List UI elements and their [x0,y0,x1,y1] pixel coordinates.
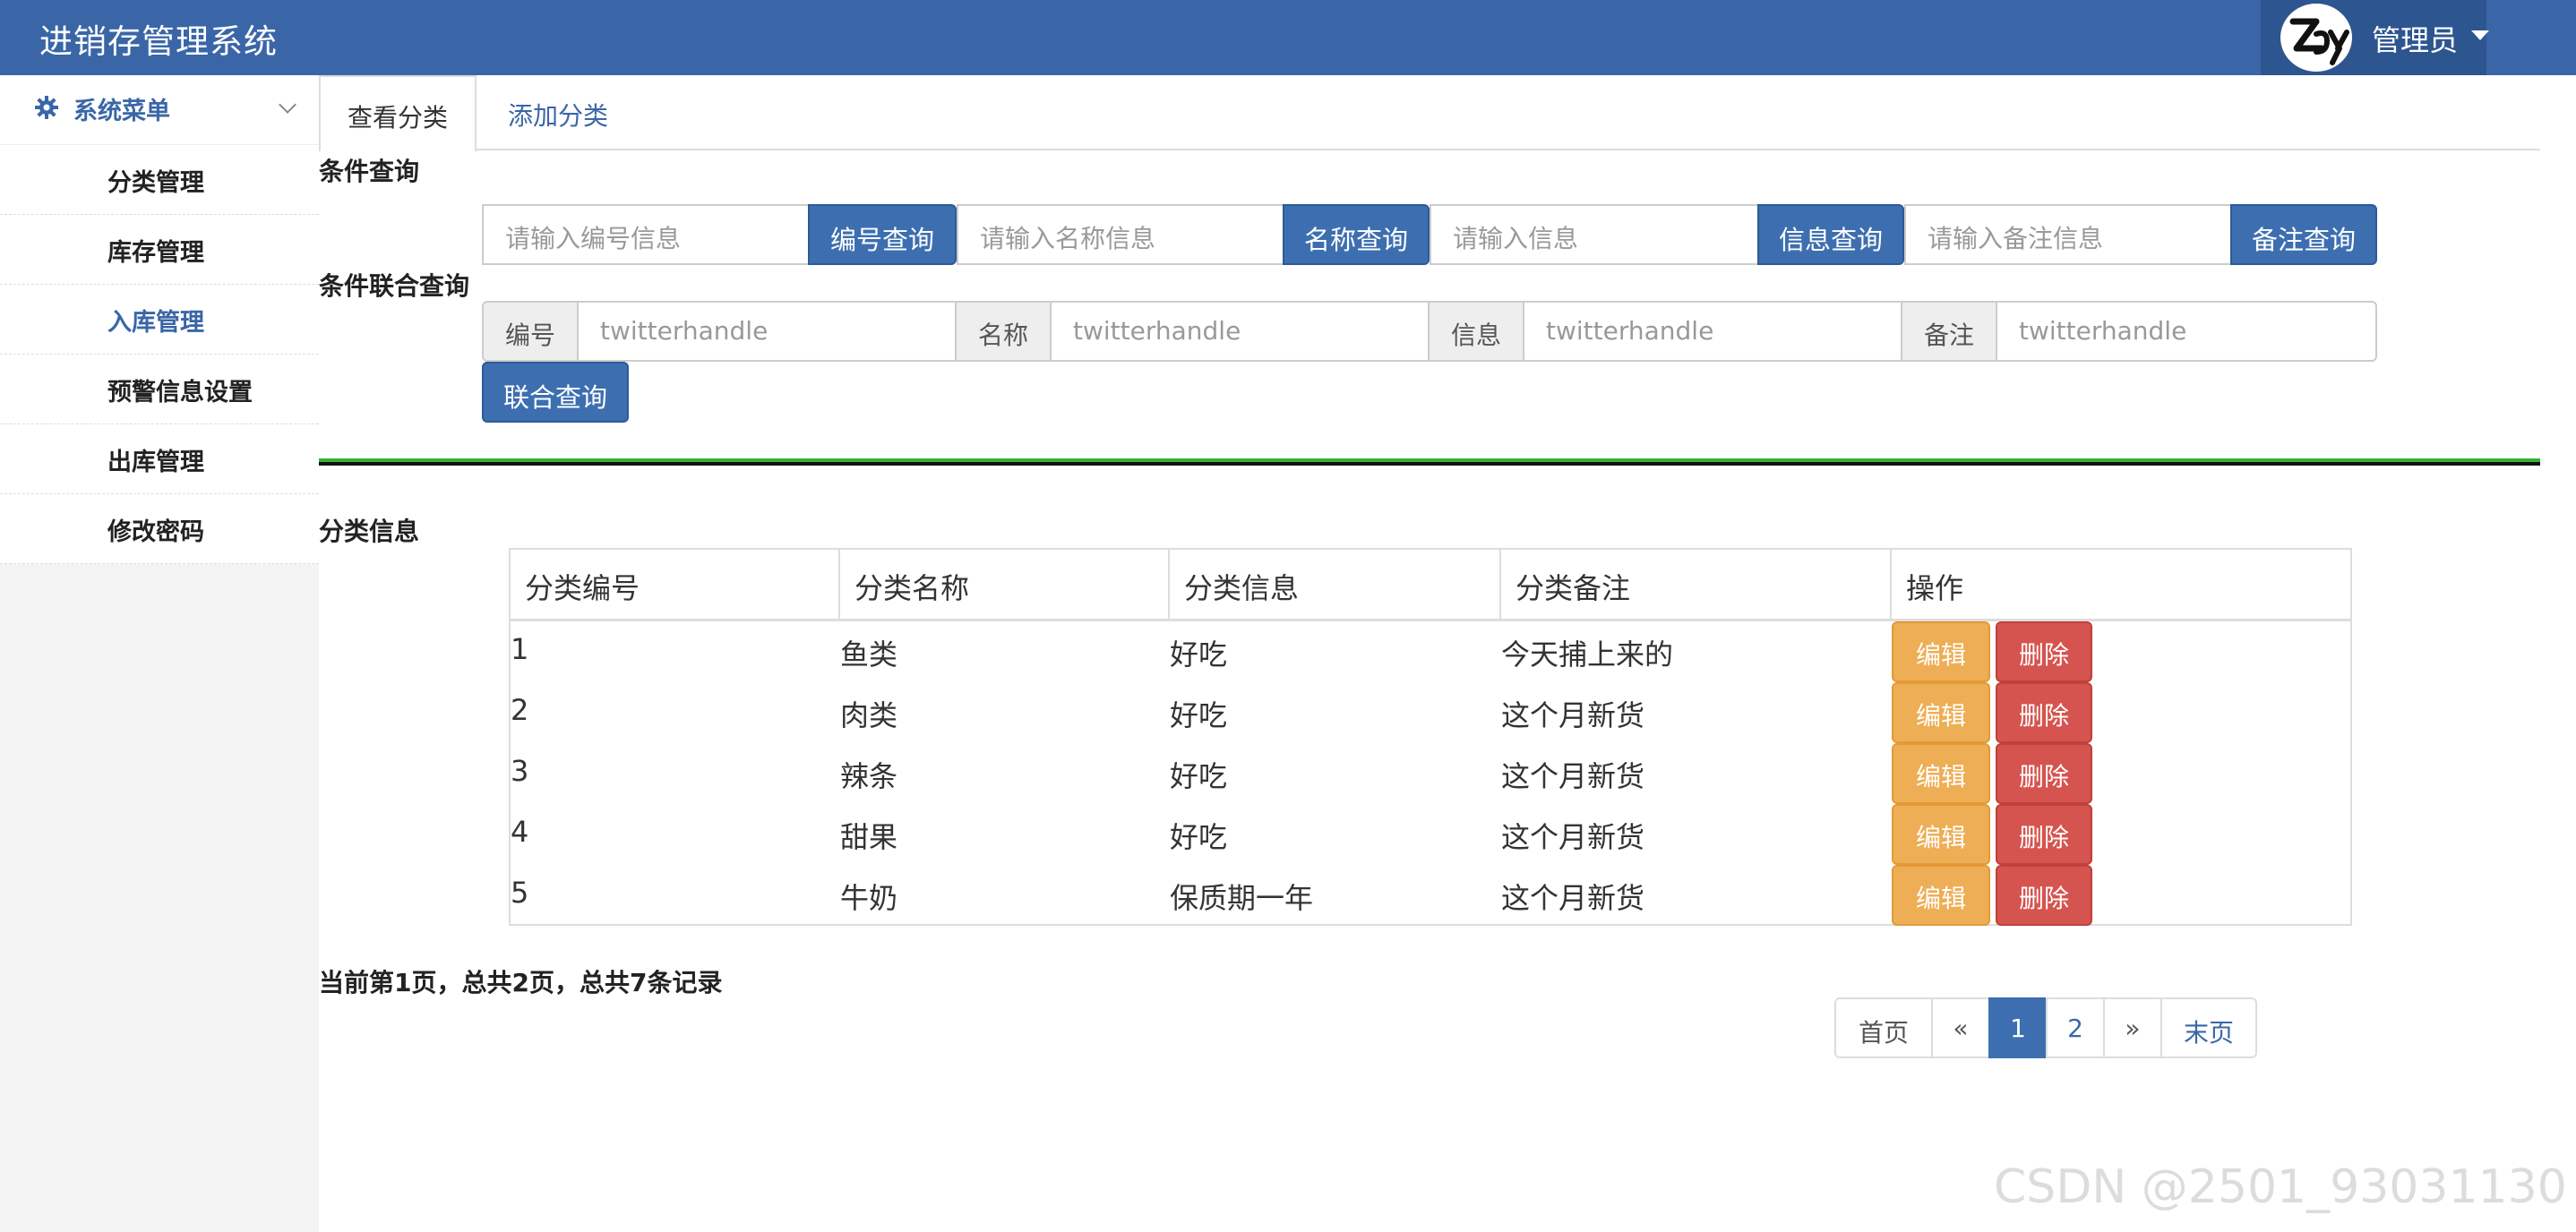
cell-note: 今天捕上来的 [1501,637,1674,672]
column-header-info: 分类信息 [1170,550,1501,621]
union-name-input[interactable]: twitterhandle [1050,301,1430,362]
note-search-button[interactable]: 备注查询 [2230,204,2377,265]
name-search-button[interactable]: 名称查询 [1283,204,1430,265]
tab-view-category[interactable]: 查看分类 [319,75,477,152]
pagination-page-1[interactable]: 1 [1988,997,2048,1058]
delete-button[interactable]: 删除 [1996,621,2092,682]
pagination-next[interactable]: » [2103,997,2162,1058]
sidebar-item-label: 出库管理 [107,449,204,476]
cell-name: 肉类 [840,698,898,732]
info-search-button[interactable]: 信息查询 [1757,204,1904,265]
delete-button[interactable]: 删除 [1996,682,2092,743]
cell-info: 好吃 [1170,637,1228,672]
user-name: 管理员 [2372,23,2459,57]
union-note-input[interactable]: twitterhandle [1996,301,2377,362]
id-search-button[interactable]: 编号查询 [808,204,957,265]
app-title: 进销存管理系统 [39,22,278,61]
sidebar-item-label: 入库管理 [107,309,204,337]
pagination-last[interactable]: 末页 [2160,997,2257,1058]
edit-button[interactable]: 编辑 [1892,621,1990,682]
sidebar-item-change-password[interactable]: 修改密码 [0,494,319,564]
cell-info: 好吃 [1170,698,1228,732]
sidebar-item-warning-settings[interactable]: 预警信息设置 [0,355,319,424]
union-query-section-title: 条件联合查询 [319,271,470,301]
sidebar-menu-title: 系统菜单 [73,98,170,125]
category-table: 分类编号 分类名称 分类信息 分类备注 操作 1 鱼类 好吃 今天捕上来的 编辑… [509,548,2352,926]
edit-button[interactable]: 编辑 [1892,804,1990,865]
id-search-input[interactable]: 请输入编号信息 [482,204,810,265]
union-id-label: 编号 [482,301,579,362]
cell-name: 牛奶 [840,881,898,915]
sidebar-header[interactable]: 系统菜单 [0,75,319,145]
column-header-id: 分类编号 [511,550,840,621]
cell-id: 3 [511,754,529,788]
csdn-watermark: CSDN @2501_93031130 [1994,1160,2567,1214]
cell-id: 5 [511,876,529,910]
cell-name: 辣条 [840,759,898,793]
cell-name: 鱼类 [840,637,898,672]
column-header-actions: 操作 [1892,550,2350,621]
union-info-label: 信息 [1428,301,1524,362]
page-info: 当前第1页，总共2页，总共7条记录 [319,968,723,997]
sidebar-item-label: 分类管理 [107,169,204,197]
avatar [2280,4,2352,72]
top-navbar: 进销存管理系统 管理员 [0,0,2576,75]
union-id-input[interactable]: twitterhandle [577,301,957,362]
sidebar-item-inventory[interactable]: 库存管理 [0,215,319,285]
cell-info: 好吃 [1170,820,1228,854]
sidebar-item-stock-in[interactable]: 入库管理 [0,285,319,355]
user-menu[interactable]: 管理员 [2261,0,2489,75]
sidebar-item-label: 库存管理 [107,239,204,267]
cell-name: 甜果 [840,820,898,854]
caret-down-icon [2471,30,2489,40]
table-section-title: 分类信息 [319,517,420,546]
cell-note: 这个月新货 [1501,820,1645,854]
sidebar-item-category[interactable]: 分类管理 [0,145,319,215]
pagination-first[interactable]: 首页 [1834,997,1933,1058]
tab-bar: 查看分类 添加分类 [319,75,2540,152]
edit-button[interactable]: 编辑 [1892,743,1990,804]
sidebar-item-label: 预警信息设置 [107,379,253,406]
cell-id: 1 [511,632,529,666]
note-search-input[interactable]: 请输入备注信息 [1904,204,2232,265]
pagination-prev[interactable]: « [1931,997,1990,1058]
cell-note: 这个月新货 [1501,698,1645,732]
union-name-label: 名称 [955,301,1052,362]
column-header-name: 分类名称 [840,550,1170,621]
delete-button[interactable]: 删除 [1996,743,2092,804]
union-info-input[interactable]: twitterhandle [1523,301,1902,362]
avatar-logo-icon [2282,4,2350,72]
chevron-down-icon [279,96,296,114]
cell-info: 保质期一年 [1170,881,1314,915]
name-search-input[interactable]: 请输入名称信息 [957,204,1284,265]
delete-button[interactable]: 删除 [1996,865,2092,926]
cell-note: 这个月新货 [1501,881,1645,915]
column-header-note: 分类备注 [1501,550,1892,621]
cell-info: 好吃 [1170,759,1228,793]
gear-icon [35,96,58,119]
sidebar-item-stock-out[interactable]: 出库管理 [0,424,319,494]
pagination-page-2[interactable]: 2 [2046,997,2105,1058]
edit-button[interactable]: 编辑 [1892,865,1990,926]
delete-button[interactable]: 删除 [1996,804,2092,865]
divider [319,458,2540,466]
edit-button[interactable]: 编辑 [1892,682,1990,743]
union-query-button[interactable]: 联合查询 [482,362,629,423]
cell-note: 这个月新货 [1501,759,1645,793]
cell-id: 4 [511,815,529,849]
tab-add-category[interactable]: 添加分类 [477,75,640,152]
sidebar: 系统菜单 分类管理 库存管理 入库管理 预警信息设置 出库管理 修改密码 [0,75,319,1232]
union-note-label: 备注 [1901,301,1997,362]
cell-id: 2 [511,693,529,727]
sidebar-item-label: 修改密码 [107,518,204,546]
query-section-title: 条件查询 [319,157,420,186]
info-search-input[interactable]: 请输入信息 [1430,204,1759,265]
